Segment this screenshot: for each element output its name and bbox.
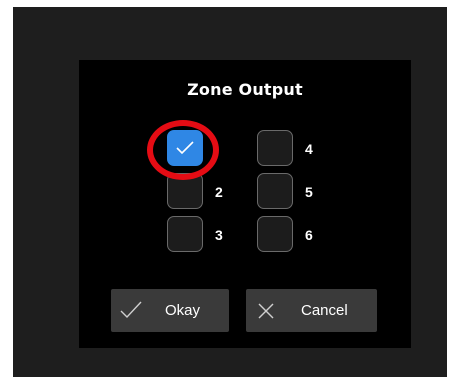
dialog-title: Zone Output: [187, 80, 303, 99]
zone-5-checkbox[interactable]: [257, 173, 293, 209]
zone-2-label: 2: [215, 184, 223, 200]
cancel-button-label: Cancel: [301, 302, 348, 319]
close-icon: [258, 303, 274, 319]
zone-6-label: 6: [305, 227, 313, 243]
okay-button[interactable]: Okay: [111, 289, 229, 332]
app-backdrop: Zone Output 2 3 4 5 6 Okay Cancel: [13, 7, 447, 377]
zone-4-checkbox[interactable]: [257, 130, 293, 166]
check-icon: [120, 301, 142, 319]
cancel-button[interactable]: Cancel: [246, 289, 377, 332]
zone-4-label: 4: [305, 141, 313, 157]
zone-3-label: 3: [215, 227, 223, 243]
okay-button-label: Okay: [165, 302, 201, 319]
zone-6-checkbox[interactable]: [257, 216, 293, 252]
zone-5-label: 5: [305, 184, 313, 200]
zone-3-checkbox[interactable]: [167, 216, 203, 252]
highlight-ring: [147, 120, 219, 180]
zone-output-dialog: Zone Output 2 3 4 5 6 Okay Cancel: [79, 60, 411, 348]
